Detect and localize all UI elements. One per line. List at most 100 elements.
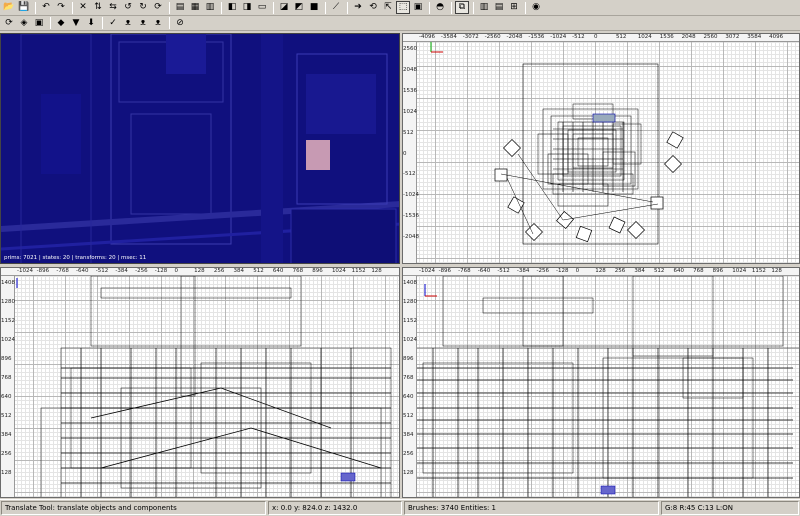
ruler-tick-label: -640 [76,268,89,274]
clipper-icon[interactable]: ⟋ [329,1,343,14]
ruler-tick-label: 1408 [1,280,15,286]
ruler-tick-label: 512 [403,129,414,136]
undo-icon[interactable]: ↶ [39,1,53,14]
camera-preview-icon[interactable]: ◓ [433,1,447,14]
flip-y-icon[interactable]: ⇅ [91,1,105,14]
ruler-tick-label: 0 [403,150,407,157]
rotate-x-icon[interactable]: ↺ [121,1,135,14]
view-change-icon[interactable]: ◨ [240,1,254,14]
ruler-tick-label: -512 [572,34,585,40]
horizontal-splitter[interactable] [0,264,800,267]
select-inside-icon[interactable]: ▥ [203,1,217,14]
layout-regular-icon[interactable]: ⊞ [507,1,521,14]
ruler-tick-label: 1024 [1,337,15,343]
ruler-tick-label: -384 [115,268,128,274]
cat-icon-2[interactable]: ᴥ [136,17,150,30]
ruler-tick-label: 256 [213,268,225,274]
side-view-viewport[interactable]: -1024 -896 -768 -640 -512 -384 -256 -128 0 128 256… [0,267,400,498]
ruler-tick-label: 768 [1,375,12,381]
scale-tool-icon[interactable]: ⇱ [381,1,395,14]
hide-icon[interactable]: ▼ [69,17,83,30]
camera-viewport[interactable]: prims: 7021 | states: 20 | transforms: 2… [0,33,400,264]
drag-tool-icon[interactable]: ⬚ [396,1,410,14]
ruler-tick-label: 1024 [403,108,417,115]
patch-icon[interactable]: ◉ [529,1,543,14]
main-toolbar: 📂 💾 ↶ ↷ ✕ ⇅ ⇆ ↺ ↻ ⟳ ▤ ▦ ▥ ◧ ◨ ▭ ◪ ◩ ■ ⟋ ➔ ⟲ ⇱ ⬚ ▣ ◓ ⧉ ▥ ▤ ⊞ ◉ [0,0,800,16]
top-view-viewport[interactable]: -4096 -3584 -3072 -2560 -2048 -1536 -1024 -512 0… [402,33,800,264]
translate-tool-icon[interactable]: ➔ [351,1,365,14]
select-complete-tall-icon[interactable]: ▤ [173,1,187,14]
ruler-tick-label: -128 [556,268,569,274]
toolbar-separator [347,1,348,14]
ruler-tick-label: 1024 [732,268,747,274]
ruler-tick-label: 384 [403,432,414,438]
ruler-tick-label: 384 [634,268,645,274]
select-all-icon[interactable]: ✓ [106,17,120,30]
ruler-tick-label: -3584 [440,34,457,40]
ruler-tick-label: 128 [771,268,782,274]
ruler-tick-label: 4096 [769,34,784,40]
layout-split-icon[interactable]: ▥ [477,1,491,14]
cat-icon-1[interactable]: ᴥ [121,17,135,30]
side-view-x-ruler: -1024 -896 -768 -640 -512 -384 -256 -128 0 128 256… [1,268,399,276]
rotate-tool-icon[interactable]: ⟲ [366,1,380,14]
side-view-z-ruler: 1408 1280 1152 1024 896 768 640 512 384 256 128 [1,276,15,497]
resize-tool-icon[interactable]: ▣ [411,1,425,14]
toolbar-separator [325,1,326,14]
ruler-tick-label: 640 [403,394,414,400]
view-xy-icon[interactable]: ◧ [225,1,239,14]
layout-float-icon[interactable]: ▤ [492,1,506,14]
ruler-tick-label: -3072 [462,34,479,40]
ruler-tick-label: 1152 [403,318,417,324]
ruler-tick-label: 896 [403,356,414,362]
toolbar-separator [169,17,170,29]
ruler-tick-label: -512 [403,171,416,178]
ruler-tick-label: 2560 [703,34,718,40]
select-touching-icon[interactable]: ▦ [188,1,202,14]
toolbar-separator [221,1,222,14]
top-view-brushes [430,40,684,245]
clear-selection-icon[interactable]: ⊘ [173,17,187,30]
refresh-icon[interactable]: ⟳ [2,17,16,30]
ruler-tick-label: 1408 [403,280,417,286]
ruler-tick-label: 640 [272,268,284,274]
open-icon[interactable]: 📂 [2,1,16,14]
ruler-tick-label: -1024 [403,192,419,199]
ruler-tick-label: 1536 [403,87,417,94]
rotate-z-icon[interactable]: ⟳ [151,1,165,14]
flip-x-icon[interactable]: ✕ [76,1,90,14]
ruler-tick-label: 1024 [331,268,346,274]
show-icon[interactable]: ⬇ [84,17,98,30]
view-xz-icon[interactable]: ▭ [255,1,269,14]
ruler-tick-label: -768 [56,268,69,274]
ruler-tick-label: 128 [403,470,414,476]
texture-lock-icon[interactable]: ⧉ [455,1,469,14]
csg-subtract-icon[interactable]: ◪ [277,1,291,14]
filter-toolbar: ⟳ ◈ ▣ ◆ ▼ ⬇ ✓ ᴥ ᴥ ᴥ ⊘ [0,16,800,31]
ruler-tick-label: 2048 [681,34,696,40]
shader-icon[interactable]: ◆ [54,17,68,30]
filter-brush-icon[interactable]: ◈ [17,17,31,30]
ruler-tick-label: -896 [36,268,50,274]
ruler-tick-label: 0 [594,34,598,40]
front-view-viewport[interactable]: -1024 -896 -768 -640 -512 -384 -256 -128 0 128 256… [402,267,800,498]
ruler-tick-label: 2560 [403,46,417,52]
cat-icon-3[interactable]: ᴥ [151,17,165,30]
toolbar-separator [50,17,51,29]
ruler-tick-label: -2048 [403,234,419,241]
filter-entity-icon[interactable]: ▣ [32,17,46,30]
ruler-tick-label: -1024 [17,268,33,274]
ruler-tick-label: -256 [536,268,549,274]
flip-z-icon[interactable]: ⇆ [106,1,120,14]
csg-hollow-icon[interactable]: ■ [307,1,321,14]
ruler-tick-label: 1536 [659,34,674,40]
toolbar-separator [273,1,274,14]
ruler-tick-label: -128 [154,268,168,274]
ruler-tick-label: 1152 [351,268,366,274]
csg-merge-icon[interactable]: ◩ [292,1,306,14]
rotate-y-icon[interactable]: ↻ [136,1,150,14]
save-icon[interactable]: 💾 [17,1,31,14]
ruler-tick-label: 1152 [1,318,15,324]
front-view-x-ruler: -1024 -896 -768 -640 -512 -384 -256 -128 0 128 256… [403,268,799,276]
redo-icon[interactable]: ↷ [54,1,68,14]
